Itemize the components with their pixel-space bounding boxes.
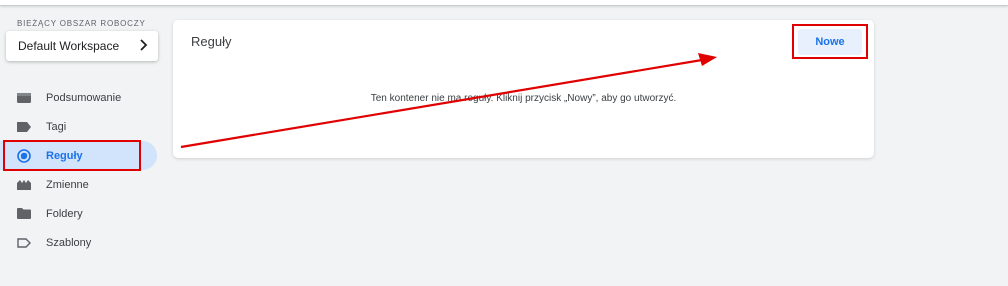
summary-icon (17, 91, 31, 105)
sidebar-item-label: Podsumowanie (46, 91, 122, 104)
chevron-right-icon (138, 39, 148, 53)
triggers-card: Reguły Nowe Ten kontener nie ma reguły. … (173, 20, 874, 158)
workspace-section-label: BIEŻĄCY OBSZAR ROBOCZY (17, 19, 146, 28)
page-title: Reguły (191, 34, 232, 49)
sidebar-item-label: Szablony (46, 236, 92, 249)
sidebar-item-label: Zmienne (46, 178, 89, 191)
new-trigger-button[interactable]: Nowe (798, 29, 862, 55)
workspace-name: Default Workspace (18, 39, 120, 53)
empty-state-message: Ten kontener nie ma reguły. Kliknij przy… (370, 93, 677, 104)
sidebar-item-szablony[interactable]: Szablony (0, 228, 160, 257)
workspace-selector[interactable]: Default Workspace (6, 31, 158, 61)
sidebar-item-reguly[interactable]: Reguły (0, 141, 157, 170)
sidebar-nav: Podsumowanie Tagi Reguły Zmienne Foldery… (0, 83, 160, 257)
folder-icon (17, 207, 31, 221)
sidebar-item-label: Foldery (46, 207, 83, 220)
template-icon (17, 236, 31, 250)
sidebar-item-zmienne[interactable]: Zmienne (0, 170, 160, 199)
tag-icon (17, 120, 31, 134)
sidebar-item-foldery[interactable]: Foldery (0, 199, 160, 228)
sidebar-item-label: Tagi (46, 120, 67, 133)
variable-icon (17, 178, 31, 192)
sidebar-item-label: Reguły (46, 149, 83, 162)
sidebar-item-podsumowanie[interactable]: Podsumowanie (0, 83, 160, 112)
sidebar-item-tagi[interactable]: Tagi (0, 112, 160, 141)
top-bar (0, 0, 1008, 6)
trigger-icon (17, 148, 31, 163)
